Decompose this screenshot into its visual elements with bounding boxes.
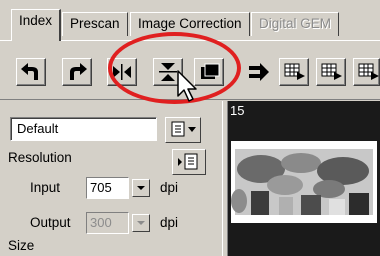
flip-horizontal-button[interactable] [107, 58, 137, 86]
flip-horizontal-icon [113, 64, 131, 80]
rotate-left-icon [21, 63, 38, 80]
output-resolution-field: 300 [86, 212, 129, 234]
grid-select-button[interactable] [279, 58, 309, 86]
preset-field[interactable]: Default [10, 117, 157, 141]
grid-select-icon [284, 63, 305, 80]
resolution-label: Resolution [8, 150, 72, 165]
preset-menu-button[interactable] [165, 117, 201, 143]
input-resolution-field[interactable]: 705 [86, 177, 129, 199]
tab-prescan[interactable]: Prescan [62, 12, 128, 36]
thumbnail-image [231, 143, 375, 221]
size-label: Size [8, 238, 35, 253]
tab-bar: Index Prescan Image Correction Digital G… [0, 0, 380, 41]
list-menu-icon [171, 121, 196, 137]
tab-digital-gem: Digital GEM [251, 12, 340, 36]
rotate-left-button[interactable] [16, 58, 46, 86]
frame-thumbnail[interactable] [231, 141, 377, 223]
output-label: Output [30, 215, 71, 230]
tab-index[interactable]: Index [11, 9, 62, 41]
mouse-pointer-icon [176, 70, 202, 107]
next-frame-icon[interactable] [248, 62, 270, 87]
settings-panel: Default Resolution Input 705 dpi Output … [0, 101, 222, 256]
output-resolution-dropdown [132, 214, 150, 232]
grid-select-2-icon [321, 63, 342, 80]
tab-image-correction[interactable]: Image Correction [130, 12, 250, 36]
frame-number: 15 [230, 103, 245, 118]
grid-select-3-icon [358, 63, 379, 80]
grid-select-2-button[interactable] [316, 58, 346, 86]
list-arrow-icon [178, 153, 198, 170]
input-unit: dpi [160, 180, 179, 195]
input-resolution-dropdown[interactable] [132, 179, 150, 197]
rotate-right-button[interactable] [62, 58, 92, 86]
rotate-right-icon [70, 63, 87, 80]
grid-select-3-button[interactable] [353, 58, 380, 86]
output-unit: dpi [160, 215, 179, 230]
preview-panel: 15 [228, 101, 380, 256]
input-label: Input [30, 180, 61, 195]
resolution-menu-button[interactable] [172, 149, 206, 175]
